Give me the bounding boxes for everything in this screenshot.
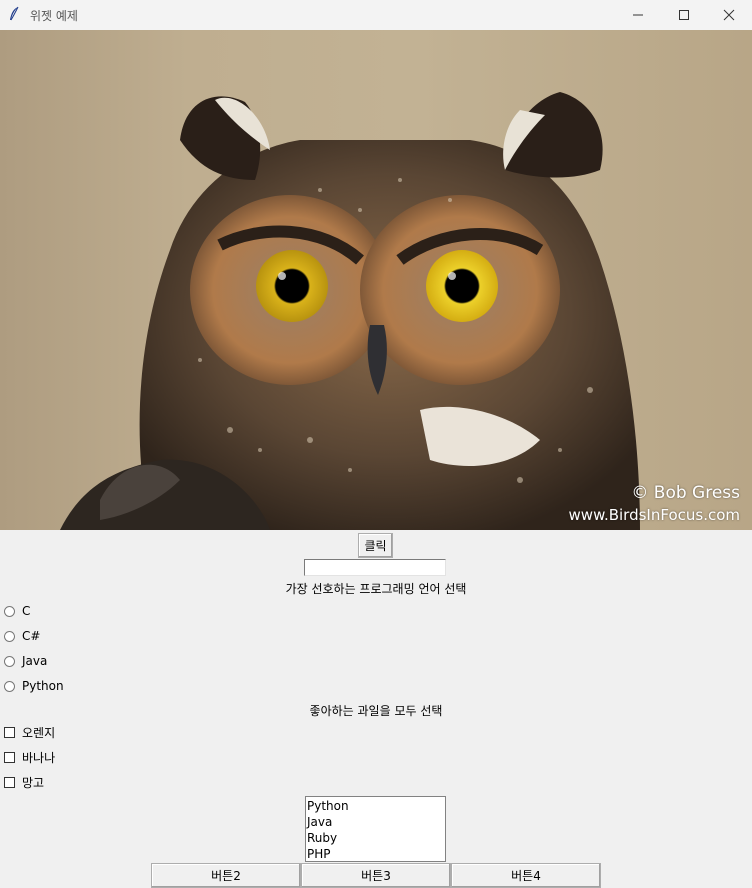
owl-illustration (60, 92, 640, 530)
minimize-button[interactable] (615, 0, 661, 30)
language-listbox[interactable]: Python Java Ruby PHP (305, 796, 446, 862)
checkbox-indicator[interactable] (4, 751, 15, 763)
maximize-button[interactable] (661, 0, 707, 30)
photo-credit-name: © Bob Gress (631, 483, 740, 503)
radio-indicator[interactable] (4, 605, 15, 617)
radio-java[interactable]: Java (4, 651, 47, 671)
language-heading: 가장 선호하는 프로그래밍 언어 선택 (285, 582, 467, 596)
checkbox-mango[interactable]: 망고 (4, 772, 44, 792)
listbox-item[interactable]: Java (306, 814, 445, 830)
fruit-heading: 좋아하는 과일을 모두 선택 (309, 704, 443, 718)
checkbox-orange[interactable]: 오렌지 (4, 722, 55, 742)
listbox-item[interactable]: PHP (306, 846, 445, 861)
click-button[interactable]: 클릭 (358, 533, 393, 558)
radio-c[interactable]: C (4, 601, 30, 621)
radio-indicator[interactable] (4, 630, 15, 642)
button-3[interactable]: 버튼3 (301, 863, 451, 888)
minimize-icon (633, 14, 643, 16)
feather-icon (10, 6, 19, 21)
listbox-item[interactable]: Python (306, 798, 445, 814)
owl-photo: © Bob Gress www.BirdsInFocus.com (0, 30, 752, 530)
checkbox-label: 바나나 (22, 750, 56, 765)
title-bar: 위젯 예제 (0, 0, 752, 30)
radio-label: Java (22, 654, 48, 668)
checkbox-banana[interactable]: 바나나 (4, 747, 55, 767)
radio-csharp[interactable]: C# (4, 626, 40, 646)
maximize-icon (679, 10, 689, 20)
close-icon (723, 9, 735, 21)
checkbox-indicator[interactable] (4, 776, 15, 788)
checkbox-label: 오렌지 (22, 725, 56, 740)
radio-label: Python (22, 679, 64, 693)
radio-python[interactable]: Python (4, 676, 64, 696)
text-entry[interactable] (304, 559, 446, 576)
close-button[interactable] (706, 0, 752, 30)
listbox-item[interactable]: Ruby (306, 830, 445, 846)
window-title: 위젯 예제 (30, 9, 78, 23)
button-2[interactable]: 버튼2 (151, 863, 301, 888)
button-4[interactable]: 버튼4 (451, 863, 601, 888)
radio-label: C# (22, 629, 41, 643)
photo-credit-url: www.BirdsInFocus.com (568, 506, 740, 524)
checkbox-label: 망고 (22, 775, 45, 790)
radio-label: C (22, 604, 31, 618)
radio-indicator[interactable] (4, 655, 15, 667)
checkbox-indicator[interactable] (4, 726, 15, 738)
radio-indicator[interactable] (4, 680, 15, 692)
